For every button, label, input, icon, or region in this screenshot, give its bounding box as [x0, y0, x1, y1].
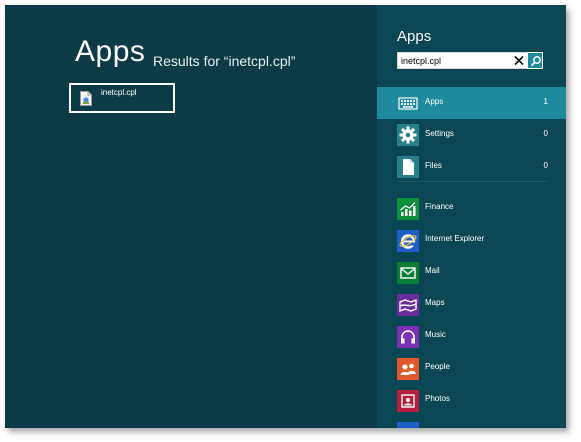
search-pane: Apps inetcpl.cpl Apps 1 Settings 0 Files…	[377, 5, 566, 428]
app-label: Photos	[425, 394, 450, 403]
app-label: Music	[425, 330, 446, 339]
category-label: Settings	[425, 129, 454, 138]
app-photos[interactable]: Photos	[377, 387, 566, 417]
category-files[interactable]: Files 0	[377, 151, 566, 183]
search-icon	[530, 56, 541, 67]
results-subtitle: Results for “inetcpl.cpl”	[153, 53, 296, 69]
app-finance[interactable]: Finance	[377, 195, 566, 225]
app-label: Mail	[425, 266, 440, 275]
close-icon	[514, 55, 524, 66]
search-button[interactable]	[527, 52, 543, 69]
app-label: Internet Explorer	[425, 234, 485, 243]
category-settings[interactable]: Settings 0	[377, 119, 566, 151]
clear-search-button[interactable]	[512, 53, 526, 68]
app-label: Finance	[425, 202, 454, 211]
results-area: Apps Results for “inetcpl.cpl” inetcpl.c…	[5, 5, 377, 428]
result-tile-inetcpl[interactable]: inetcpl.cpl	[69, 83, 175, 113]
search-pane-title: Apps	[397, 28, 432, 45]
app-label: People	[425, 362, 450, 371]
gear-icon	[397, 124, 419, 146]
mail-envelope-icon	[397, 262, 419, 284]
search-results-screen: Apps Results for “inetcpl.cpl” inetcpl.c…	[5, 5, 566, 428]
headphones-icon	[397, 326, 419, 348]
app-maps[interactable]: Maps	[377, 291, 566, 321]
document-icon	[397, 156, 419, 178]
app-music[interactable]: Music	[377, 323, 566, 353]
people-icon	[397, 358, 419, 380]
divider	[397, 181, 547, 182]
map-icon	[397, 294, 419, 316]
results-title: Apps	[75, 35, 146, 68]
category-label: Apps	[425, 97, 444, 106]
search-box	[397, 52, 543, 69]
app-next-partial[interactable]	[377, 419, 566, 428]
app-people[interactable]: People	[377, 355, 566, 385]
result-label: inetcpl.cpl	[101, 88, 137, 97]
category-count: 0	[543, 161, 548, 170]
internet-explorer-icon	[397, 230, 419, 252]
photos-icon	[397, 390, 419, 412]
category-count: 0	[543, 129, 548, 138]
finance-chart-icon	[397, 198, 419, 220]
category-count: 1	[543, 97, 548, 106]
control-panel-file-icon	[80, 91, 92, 106]
app-label: Maps	[425, 298, 445, 307]
category-label: Files	[425, 161, 442, 170]
keyboard-icon	[397, 92, 419, 114]
category-apps[interactable]: Apps 1	[377, 87, 566, 119]
app-internet-explorer[interactable]: Internet Explorer	[377, 227, 566, 257]
search-input[interactable]	[401, 54, 503, 67]
app-mail[interactable]: Mail	[377, 259, 566, 289]
app-tile-icon	[397, 422, 419, 428]
